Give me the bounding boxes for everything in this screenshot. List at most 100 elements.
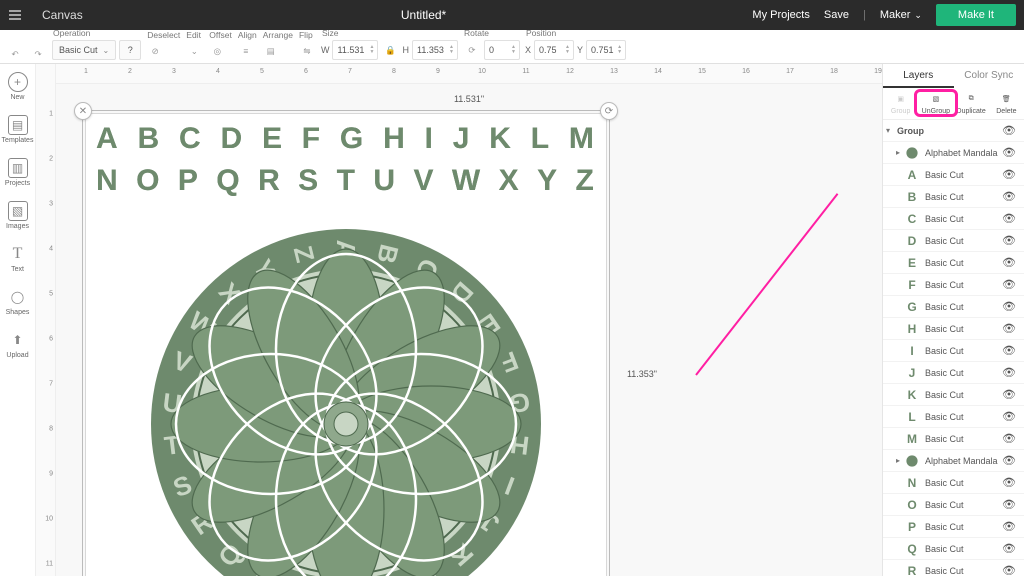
canvas-stage[interactable]: 11.531" ABCDEFGHIJKLM NOPQRSTUVWXYZ ABCD… xyxy=(56,84,882,576)
layer-row[interactable]: EBasic Cut👁 xyxy=(883,252,1024,274)
selection-width-label: 11.531" xyxy=(454,94,484,104)
lock-aspect-icon[interactable]: 🔒 xyxy=(381,41,399,59)
align-label: Align xyxy=(237,30,257,40)
trash-icon: 🗑 xyxy=(997,92,1015,106)
x-input[interactable]: 0.75▲▼ xyxy=(534,40,574,60)
my-projects-link[interactable]: My Projects xyxy=(752,9,809,21)
chevron-down-icon: ⌄ xyxy=(914,10,922,21)
layer-operations: ▣Group ▧UnGroup ⧉Duplicate 🗑Delete xyxy=(883,88,1024,120)
operation-value: Basic Cut xyxy=(59,45,98,55)
offset-icon[interactable]: ◎ xyxy=(208,42,226,60)
group-icon: ▣ xyxy=(892,92,910,106)
duplicate-icon: ⧉ xyxy=(962,92,980,106)
tab-color-sync[interactable]: Color Sync xyxy=(954,64,1024,88)
height-input[interactable]: 11.353▲▼ xyxy=(412,40,458,60)
images-icon: ▧ xyxy=(8,201,28,221)
layer-row[interactable]: ▸Alphabet Mandala👁 xyxy=(883,450,1024,472)
app-title: Canvas xyxy=(30,8,95,22)
rotate-handle-icon[interactable]: ⟳ xyxy=(600,102,618,120)
deselect-icon[interactable]: ⊘ xyxy=(146,42,164,60)
group-button: ▣Group xyxy=(883,92,918,115)
layer-row[interactable]: DBasic Cut👁 xyxy=(883,230,1024,252)
text-button[interactable]: TText xyxy=(0,242,35,275)
selection-bounds[interactable]: ✕ ⟳ 11.353" xyxy=(82,110,610,576)
stepper-icon[interactable]: ▲▼ xyxy=(565,45,570,55)
make-it-button[interactable]: Make It xyxy=(936,4,1016,26)
flip-icon[interactable]: ⇋ xyxy=(298,42,316,60)
edit-label: Edit xyxy=(185,30,203,40)
layers-list[interactable]: ▾Group👁▸Alphabet Mandala👁ABasic Cut👁BBas… xyxy=(883,120,1024,576)
operation-dropdown[interactable]: Basic Cut ⌄ xyxy=(52,40,116,60)
annotation-arrow xyxy=(695,193,838,375)
delete-button[interactable]: 🗑Delete xyxy=(989,92,1024,115)
topbar: Canvas Untitled* My Projects Save | Make… xyxy=(0,0,1024,30)
layer-row[interactable]: IBasic Cut👁 xyxy=(883,340,1024,362)
layer-row[interactable]: BBasic Cut👁 xyxy=(883,186,1024,208)
selection-height-label: 11.353" xyxy=(627,369,657,379)
edit-options-bar: ↶ ↷ Operation Basic Cut ⌄ ? Deselect ⊘ E… xyxy=(0,30,1024,64)
shapes-button[interactable]: ◯Shapes xyxy=(0,285,35,318)
layer-row[interactable]: ▾Group👁 xyxy=(883,120,1024,142)
layer-row[interactable]: FBasic Cut👁 xyxy=(883,274,1024,296)
size-label: Size xyxy=(321,28,458,38)
templates-button[interactable]: ▤Templates xyxy=(0,113,35,146)
right-panel: Layers Color Sync ▣Group ▧UnGroup ⧉Dupli… xyxy=(882,64,1024,576)
flip-label: Flip xyxy=(298,30,316,40)
y-input[interactable]: 0.751▲▼ xyxy=(586,40,626,60)
layer-row[interactable]: KBasic Cut👁 xyxy=(883,384,1024,406)
upload-icon: ⬆ xyxy=(8,330,28,350)
rotate-input[interactable]: 0▲▼ xyxy=(484,40,520,60)
layer-row[interactable]: ▸Alphabet Mandala👁 xyxy=(883,142,1024,164)
main-area: +New ▤Templates ▥Projects ▧Images TText … xyxy=(0,64,1024,576)
document-title[interactable]: Untitled* xyxy=(95,8,753,22)
text-icon: T xyxy=(8,244,28,264)
save-link[interactable]: Save xyxy=(824,9,849,21)
layer-row[interactable]: NBasic Cut👁 xyxy=(883,472,1024,494)
ungroup-button[interactable]: ▧UnGroup xyxy=(918,92,953,115)
arrange-icon[interactable]: ▤ xyxy=(262,42,280,60)
layer-row[interactable]: MBasic Cut👁 xyxy=(883,428,1024,450)
stepper-icon[interactable]: ▲▼ xyxy=(370,45,375,55)
images-button[interactable]: ▧Images xyxy=(0,199,35,232)
layer-row[interactable]: OBasic Cut👁 xyxy=(883,494,1024,516)
left-tool-rail: +New ▤Templates ▥Projects ▧Images TText … xyxy=(0,64,36,576)
canvas-workspace[interactable]: 1234567891011 12345678910111213141516171… xyxy=(36,64,882,576)
annotation-highlight xyxy=(914,89,957,117)
shapes-icon: ◯ xyxy=(8,287,28,307)
layer-row[interactable]: PBasic Cut👁 xyxy=(883,516,1024,538)
layer-row[interactable]: JBasic Cut👁 xyxy=(883,362,1024,384)
width-input[interactable]: 11.531▲▼ xyxy=(332,40,378,60)
position-label: Position xyxy=(525,28,626,38)
delete-handle-icon[interactable]: ✕ xyxy=(74,102,92,120)
upload-button[interactable]: ⬆Upload xyxy=(0,328,35,361)
deselect-label: Deselect xyxy=(146,30,180,40)
layer-row[interactable]: CBasic Cut👁 xyxy=(883,208,1024,230)
undo-icon[interactable]: ↶ xyxy=(6,45,24,63)
hamburger-menu-icon[interactable] xyxy=(0,0,30,30)
operation-label: Operation xyxy=(52,28,141,38)
edit-dropdown-icon[interactable]: ⌄ xyxy=(185,42,203,60)
chevron-down-icon: ⌄ xyxy=(103,46,110,55)
height-prefix: H xyxy=(402,45,409,55)
projects-icon: ▥ xyxy=(8,158,28,178)
layer-row[interactable]: LBasic Cut👁 xyxy=(883,406,1024,428)
machine-selector[interactable]: Maker ⌄ xyxy=(880,9,922,21)
stepper-icon[interactable]: ▲▼ xyxy=(449,45,454,55)
layer-row[interactable]: QBasic Cut👁 xyxy=(883,538,1024,560)
duplicate-button[interactable]: ⧉Duplicate xyxy=(954,92,989,115)
projects-button[interactable]: ▥Projects xyxy=(0,156,35,189)
templates-icon: ▤ xyxy=(8,115,28,135)
operation-help[interactable]: ? xyxy=(119,40,141,60)
plus-icon: + xyxy=(8,72,28,92)
tab-layers[interactable]: Layers xyxy=(883,64,954,88)
stepper-icon[interactable]: ▲▼ xyxy=(511,45,516,55)
help-icon: ? xyxy=(128,45,133,55)
stepper-icon[interactable]: ▲▼ xyxy=(617,45,622,55)
layer-row[interactable]: GBasic Cut👁 xyxy=(883,296,1024,318)
align-icon[interactable]: ≡ xyxy=(237,42,255,60)
layer-row[interactable]: HBasic Cut👁 xyxy=(883,318,1024,340)
layer-row[interactable]: ABasic Cut👁 xyxy=(883,164,1024,186)
new-button[interactable]: +New xyxy=(0,70,35,103)
redo-icon[interactable]: ↷ xyxy=(29,45,47,63)
layer-row[interactable]: RBasic Cut👁 xyxy=(883,560,1024,576)
